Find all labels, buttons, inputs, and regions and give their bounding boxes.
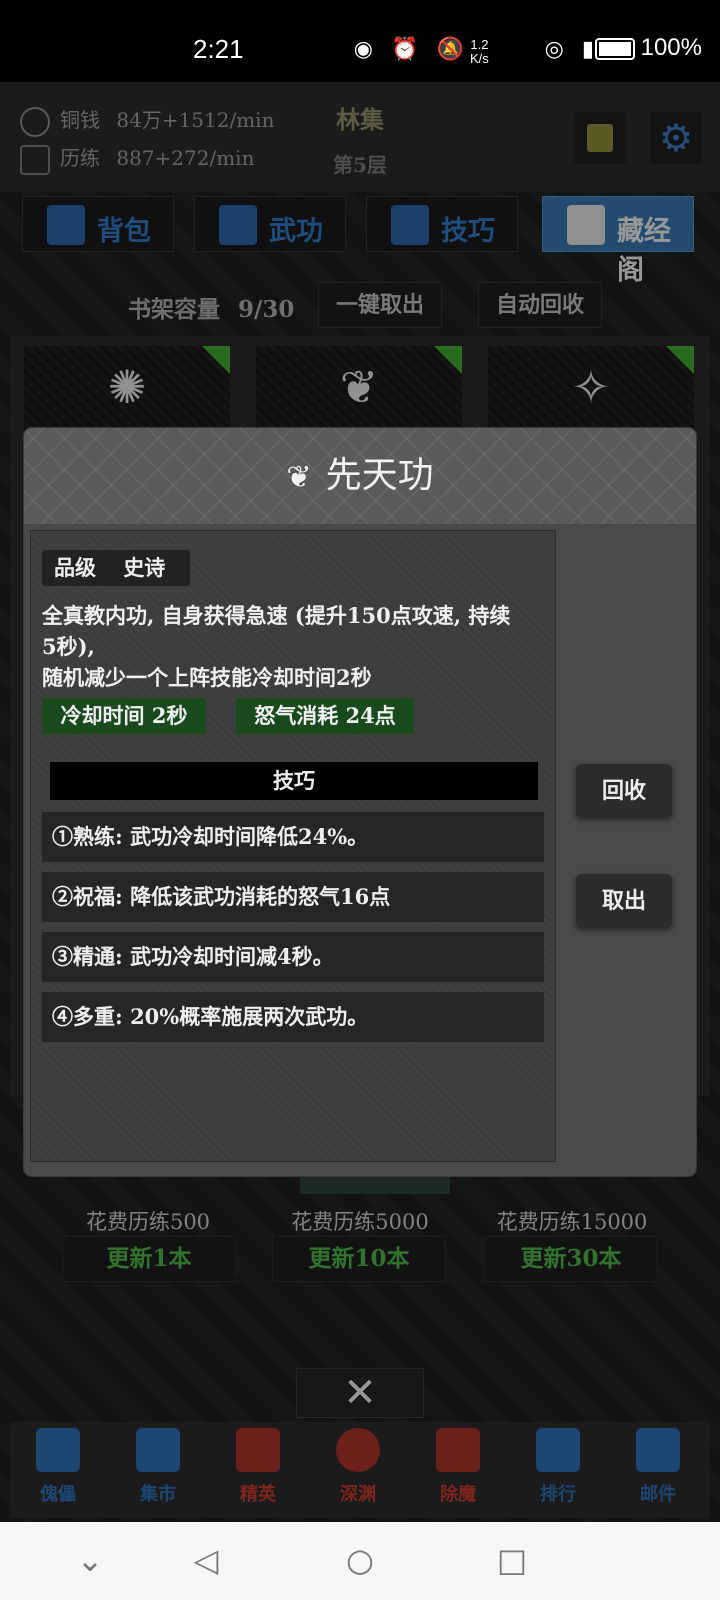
recents-icon[interactable]: □ (490, 1538, 534, 1582)
status-bar: 2:21 ◉ ⏰ 🔕 1.2 K/s ◎ ▮ 100% (0, 0, 720, 82)
technique-item: ④多重: 20%概率施展两次武功。 (42, 992, 544, 1042)
battery-icon (594, 37, 635, 60)
technique-item: ②祝福: 降低该武功消耗的怒气16点 (42, 872, 544, 922)
clock: 2:21 (193, 34, 244, 64)
mute-icon: 🔕 (436, 36, 470, 61)
recycle-button[interactable]: 回收 (576, 764, 672, 818)
technique-item: ①熟练: 武功冷却时间降低24%。 (42, 812, 544, 862)
battery-indicator: 100% (594, 34, 702, 62)
home-icon[interactable]: ○ (338, 1538, 382, 1582)
take-out-button[interactable]: 取出 (576, 874, 672, 928)
hotspot-icon: ◎ (544, 36, 570, 61)
cooldown-tag: 冷却时间 2秒 (42, 698, 206, 734)
net-speed: 1.2 K/s (470, 37, 489, 66)
modal-title: ❦ 先天功 (286, 455, 434, 496)
technique-item: ③精通: 武功冷却时间减4秒。 (42, 932, 544, 982)
skill-description: 全真教内功, 自身获得急速 (提升150点攻速, 持续 5秒), 随机减少一个上… (42, 603, 511, 690)
status-icons: ◉ ⏰ 🔕 (354, 36, 470, 62)
grade-badge: 品级 史诗 (42, 550, 190, 586)
techniques-header: 技巧 (50, 762, 538, 800)
wings-emblem-icon: ❦ (286, 459, 312, 495)
alarm-icon: ⏰ (391, 36, 425, 61)
system-nav-bar: ⌄ ◁ ○ □ (0, 1522, 720, 1600)
eye-icon: ◉ (353, 36, 379, 61)
rage-cost-tag: 怒气消耗 24点 (236, 698, 414, 734)
back-icon[interactable]: ◁ (184, 1538, 228, 1582)
collapse-icon[interactable]: ⌄ (68, 1538, 112, 1582)
